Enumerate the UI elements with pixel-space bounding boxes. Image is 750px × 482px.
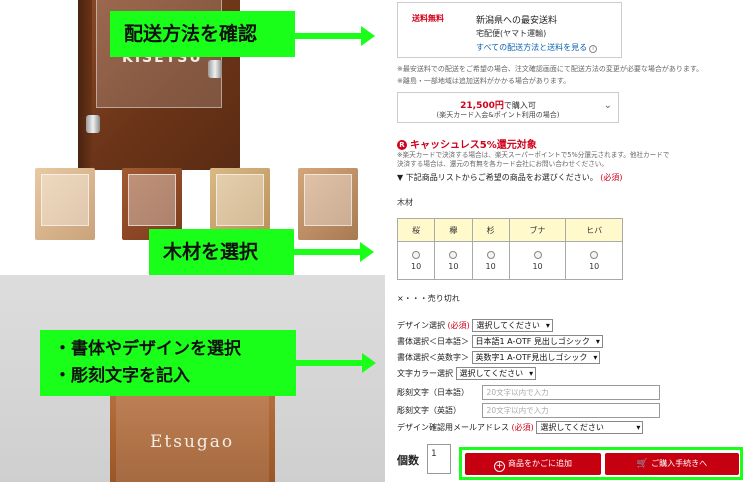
email-select[interactable]: 選択してください [536,421,644,434]
callout-font-engraving: ・書体やデザインを選択 ・彫刻文字を記入 [40,330,296,396]
font-jp-select-row: 書体選択＜日本語＞ 日本語1 A-OTF 見出しゴシック [397,335,603,349]
product-image-area: KISETSU Etsugao 配送方法を確認 木材を選択 ・書体やデザインを選… [0,0,385,482]
radio-button[interactable] [486,250,495,259]
shipping-title: 新潟県への最安送料 [476,16,558,26]
free-shipping-label: 送料無料 [412,14,444,23]
color-select[interactable]: 選択してください [455,367,537,380]
wood-option-keyaki[interactable]: 10 [434,241,473,280]
design-select[interactable]: 選択してください [472,319,553,332]
shipping-note: ※離島・一部地域は追加送料がかかる場合があります。 [397,77,571,85]
engraving-jp-row: 彫刻文字（日本語） 20文字以内で入力 [397,385,660,400]
font-jp-select[interactable]: 日本語1 A-OTF 見出しゴシック [471,335,603,348]
chevron-down-icon: ⌄ [603,100,612,111]
info-icon[interactable]: i [589,45,598,53]
quantity-label: 個数 [397,454,419,467]
sign-pin-icon [208,60,222,78]
cart-icon: 🛒 [636,459,649,469]
sold-out-legend: ×・・・売り切れ [397,294,460,303]
arrow-right-icon [296,353,376,373]
color-select-row: 文字カラー選択 選択してください [397,367,537,381]
wood-header-buna: ブナ [508,218,567,242]
radio-button[interactable] [449,250,458,259]
radio-button[interactable] [590,250,599,259]
wood-option-buna[interactable]: 10 [508,241,567,280]
wood-selection-table: 桜 欅 杉 ブナ ヒバ 10 10 10 10 10 [396,218,623,280]
wood-option-sugi[interactable]: 10 [471,241,510,280]
callout-font-line: ・書体やデザインを選択 [54,339,241,359]
radio-button[interactable] [533,250,542,259]
engraving-en-row: 彫刻文字（英語） 20文字以内で入力 [397,403,660,418]
email-select-row: デザイン確認用メールアドレス (必須) 選択してください [397,421,644,435]
wood-header-sakura: 桜 [396,218,436,242]
shipping-note: ※最安送料での配送をご希望の場合、注文確認画面にて配送方法の変更が必要な場合があ… [397,65,704,73]
product-options-panel: 送料無料 新潟県への最安送料 宅配便(ヤマト運輸) すべての配送方法と送料を見る… [385,0,750,482]
radio-button[interactable] [412,250,421,259]
shipping-methods-link[interactable]: すべての配送方法と送料を見る i [476,42,598,53]
thumbnail-buna[interactable] [298,168,358,240]
thumbnail-sakura[interactable] [35,168,95,240]
wood-header-keyaki: 欅 [434,218,473,242]
callout-shipping: 配送方法を確認 [110,11,295,57]
callout-engraving-line: ・彫刻文字を記入 [54,366,190,386]
point-price-note: (楽天カード入会&ポイント利用の場合) [436,111,560,119]
font-en-select[interactable]: 英数字1 A-OTF見出しゴシック [471,351,601,364]
cashless-note: 決済する場合は、還元の有無を各カード会社にお問い合わせください。 [397,160,608,168]
design-select-row: デザイン選択 (必須) 選択してください [397,319,553,333]
sign-wood-side [78,0,92,170]
engraving-en-input[interactable]: 20文字以内で入力 [481,403,660,418]
point-price-dropdown[interactable]: 21,500円で購入可 (楽天カード入会&ポイント利用の場合) ⌄ [397,92,619,123]
quantity-input[interactable]: 1 [427,444,451,474]
wood-header-sugi: 杉 [471,218,510,242]
shipping-box: 送料無料 新潟県への最安送料 宅配便(ヤマト運輸) すべての配送方法と送料を見る… [397,2,622,58]
selection-instruction: ▼ 下記商品リストからご希望の商品をお選びください。 (必須) [397,173,623,182]
wood-header-hiba: ヒバ [565,218,623,242]
wall-sign-name-text: Etsugao [150,432,235,452]
engraving-jp-input[interactable]: 20文字以内で入力 [481,385,660,400]
purchase-buttons-highlight: + 商品をかごに追加 🛒 ご購入手続きへ [459,447,743,480]
add-to-cart-button[interactable]: + 商品をかごに追加 [465,453,601,475]
wood-option-hiba[interactable]: 10 [565,241,623,280]
sign-pin-icon [86,115,100,133]
plus-circle-icon: + [494,461,505,472]
wood-option-sakura[interactable]: 10 [396,241,436,280]
wood-label: 木材 [397,198,413,207]
shipping-carrier: 宅配便(ヤマト運輸) [476,29,547,38]
arrow-right-icon [295,26,375,46]
font-en-select-row: 書体選択＜英数字＞ 英数字1 A-OTF見出しゴシック [397,351,601,365]
checkout-button[interactable]: 🛒 ご購入手続きへ [605,453,739,475]
callout-wood: 木材を選択 [149,229,294,275]
arrow-right-icon [294,242,374,262]
